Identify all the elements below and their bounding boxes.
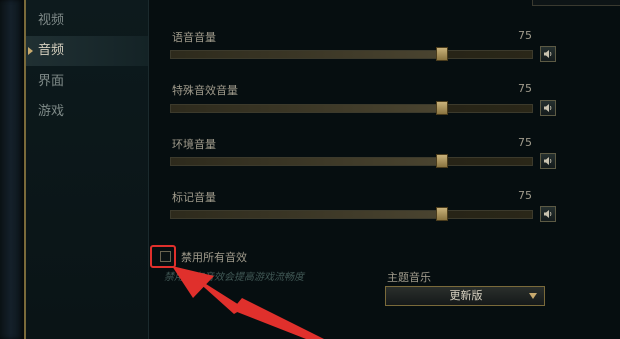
annotation-arrow-head xyxy=(172,266,214,298)
annotation-arrow-neck xyxy=(196,280,244,314)
annotation-arrow-shaft xyxy=(232,298,324,339)
annotation-arrow xyxy=(172,266,324,339)
